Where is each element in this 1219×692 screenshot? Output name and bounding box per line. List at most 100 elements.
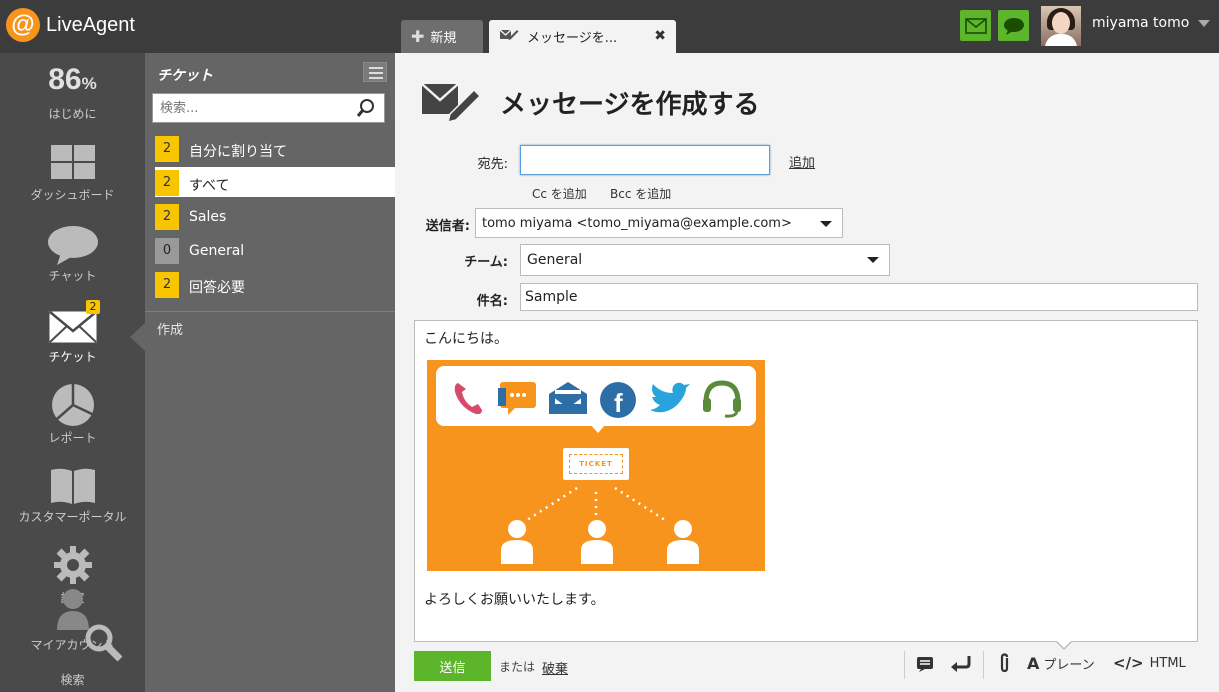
nav-report-label: レポート <box>48 431 97 445</box>
compose-area: メッセージを作成する 宛先: 追加 Cc を追加 Bcc を追加 送信者: to… <box>395 53 1219 692</box>
dashboard-icon <box>50 145 95 179</box>
divider <box>145 311 395 312</box>
top-bar: @ LiveAgent ✚ 新規 メッセージを... ✖ miyama tomo <box>0 0 1219 53</box>
nav-tickets[interactable]: 2 チケット <box>0 300 145 383</box>
compose-icon <box>499 28 519 46</box>
plain-label: プレーン <box>1043 657 1095 673</box>
ticket-panel-title: チケット <box>157 68 213 84</box>
active-indicator <box>130 323 145 351</box>
html-button[interactable]: </> HTML <box>1113 652 1186 674</box>
paperclip-icon <box>1000 653 1009 673</box>
compose-message-icon <box>420 78 482 130</box>
or-text: または <box>499 660 536 674</box>
body-greeting: こんにちは。 <box>424 331 508 347</box>
person-icon <box>501 520 533 564</box>
from-select[interactable]: tomo miyama <tomo_miyama@example.com> <box>475 208 843 238</box>
logo-at-icon: @ <box>6 8 40 42</box>
search-icon <box>85 624 123 662</box>
ticket-count-badge: 2 <box>86 300 100 314</box>
code-icon: </> <box>1113 654 1144 672</box>
list-item-needs-reply[interactable]: 2 回答必要 <box>155 269 395 299</box>
chat-icon <box>47 226 98 265</box>
html-label: HTML <box>1149 655 1186 671</box>
attach-button[interactable] <box>999 652 1011 674</box>
add-bcc-link[interactable]: Bcc を追加 <box>610 185 671 202</box>
list-item-label: すべて <box>189 178 230 194</box>
list-item-sales[interactable]: 2 Sales <box>155 201 395 231</box>
list-item-all[interactable]: 2 すべて <box>155 167 395 197</box>
envelope-icon <box>48 311 97 343</box>
add-recipient-link[interactable]: 追加 <box>789 152 815 171</box>
nav-portal-label: カスタマーポータル <box>18 510 127 524</box>
list-item-label: Sales <box>189 209 227 225</box>
message-body-editor[interactable]: こんにちは。 f TICKET よろしくお願いいたします。 <box>414 320 1198 642</box>
nav-chat-label: チャット <box>48 269 97 283</box>
tab-compose-message[interactable]: メッセージを... ✖ <box>489 20 676 53</box>
percent-sign: % <box>81 74 97 93</box>
canned-messages-button[interactable] <box>915 652 935 674</box>
nav-search-label: 検索 <box>60 673 85 687</box>
nav-chat[interactable]: チャット <box>0 225 145 295</box>
create-link[interactable]: 作成 <box>157 319 183 338</box>
ticket-search <box>152 93 385 123</box>
from-value: tomo miyama <tomo_miyama@example.com> <box>482 215 792 231</box>
discard-link[interactable]: 破棄 <box>542 658 568 677</box>
to-input[interactable] <box>521 146 761 174</box>
team-label: チーム: <box>464 255 508 270</box>
close-icon[interactable]: ✖ <box>654 28 666 44</box>
chat-bubble-icon <box>1003 17 1024 35</box>
team-value: General <box>527 252 583 268</box>
plus-icon: ✚ <box>411 27 425 46</box>
to-label: 宛先: <box>477 157 508 172</box>
ticket-panel: チケット 2 自分に割り当て 2 すべて 2 Sales 0 General 2… <box>145 53 395 692</box>
left-navigation: 86% はじめに ダッシュボード チャット 2 チケット レポート カスタマーポ… <box>0 53 145 692</box>
list-item-general[interactable]: 0 General <box>155 235 395 265</box>
nav-getting-started[interactable]: 86% はじめに <box>0 61 145 131</box>
font-icon: A <box>1027 653 1040 673</box>
count-badge: 0 <box>155 238 179 264</box>
to-field <box>520 145 770 175</box>
panel-menu-icon[interactable] <box>363 62 387 82</box>
search-icon[interactable] <box>356 98 376 122</box>
count-badge: 2 <box>155 272 179 298</box>
list-item-label: General <box>189 243 245 259</box>
reply-button[interactable] <box>949 652 971 674</box>
gear-icon <box>53 546 92 584</box>
add-cc-link[interactable]: Cc を追加 <box>532 185 587 202</box>
book-icon <box>50 468 95 504</box>
tab-new[interactable]: ✚ 新規 <box>401 20 483 53</box>
subject-label: 件名: <box>476 294 508 309</box>
pie-chart-icon <box>51 384 94 426</box>
send-button[interactable]: 送信 <box>414 651 491 681</box>
nav-dashboard-label: ダッシュボード <box>30 188 115 202</box>
from-label: 送信者: <box>425 219 470 234</box>
embedded-image: f TICKET <box>427 360 765 571</box>
user-name[interactable]: miyama tomo <box>1092 15 1189 31</box>
subject-field <box>520 283 1198 311</box>
nav-dashboard[interactable]: ダッシュボード <box>0 143 145 213</box>
nav-reports[interactable]: レポート <box>0 383 145 453</box>
chevron-down-icon <box>820 221 832 227</box>
list-item-label: 自分に割り当て <box>189 144 287 160</box>
team-select[interactable]: General <box>520 244 890 276</box>
new-chat-button[interactable] <box>998 10 1029 41</box>
count-badge: 2 <box>155 204 179 230</box>
plain-text-button[interactable]: A プレーン <box>1027 652 1095 674</box>
app-logo[interactable]: @ LiveAgent <box>6 7 135 43</box>
avatar[interactable] <box>1041 6 1081 46</box>
body-closing: よろしくお願いいたします。 <box>424 592 605 608</box>
page-title: メッセージを作成する <box>500 90 760 120</box>
ticket-search-input[interactable] <box>153 94 343 122</box>
new-email-button[interactable] <box>960 10 991 41</box>
list-item-assigned-to-me[interactable]: 2 自分に割り当て <box>155 133 395 163</box>
subject-input[interactable] <box>521 284 1181 310</box>
canned-messages-icon <box>917 657 933 672</box>
count-badge: 2 <box>155 170 179 196</box>
nav-customer-portal[interactable]: カスタマーポータル <box>0 463 145 543</box>
chevron-down-icon[interactable] <box>1198 20 1210 27</box>
nav-search[interactable]: 検索 <box>0 623 145 692</box>
reply-icon <box>951 656 971 672</box>
tab-compose-label: メッセージを... <box>527 31 618 46</box>
person-icon <box>581 520 613 564</box>
tab-new-label: 新規 <box>430 31 457 46</box>
